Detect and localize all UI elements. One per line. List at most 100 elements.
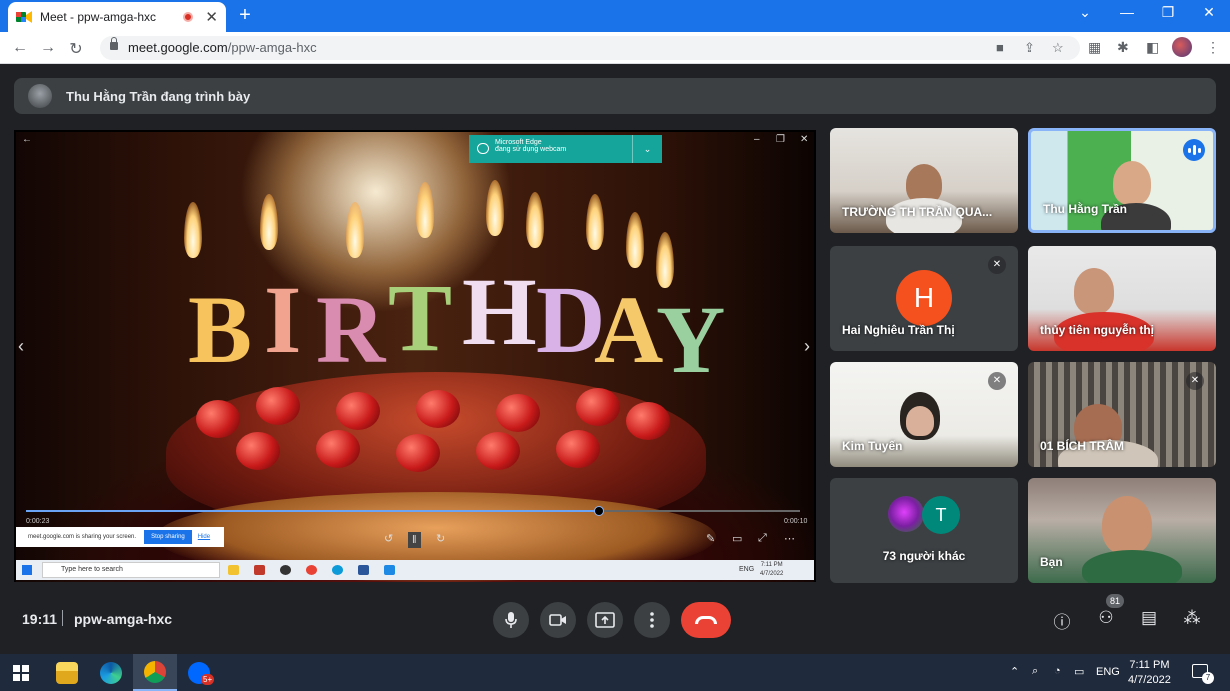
- cherry: [396, 434, 440, 472]
- cherry: [316, 430, 360, 468]
- lock-icon[interactable]: [110, 37, 118, 50]
- app-grid-icon[interactable]: ▦: [1088, 39, 1101, 56]
- file-explorer-icon: [228, 565, 239, 575]
- taskbar-file-explorer[interactable]: [45, 654, 89, 691]
- new-tab-button[interactable]: +: [234, 4, 256, 26]
- participant-tile[interactable]: ✕ 01 BÍCH TRÂM: [1028, 362, 1216, 467]
- windows-start-icon[interactable]: [13, 665, 29, 681]
- battery-icon[interactable]: ▭: [1074, 665, 1084, 678]
- participant-video: [1082, 550, 1182, 583]
- chevron-down-icon[interactable]: ⌄: [632, 135, 662, 163]
- self-tile[interactable]: Bạn: [1028, 478, 1216, 583]
- captions-icon[interactable]: ▭: [732, 532, 742, 545]
- microphone-icon: [505, 612, 517, 628]
- cherry: [626, 402, 670, 440]
- participant-video: [1074, 268, 1114, 314]
- participant-name: Thu Hằng Trần: [1043, 202, 1127, 216]
- minimize-button[interactable]: —: [1114, 4, 1140, 20]
- taskbar-chrome[interactable]: [133, 654, 177, 691]
- rewind-10-icon[interactable]: ↺: [384, 532, 393, 545]
- video-restore-icon[interactable]: ❐: [776, 134, 785, 145]
- video-progress-knob[interactable]: [593, 506, 604, 516]
- cherry: [476, 432, 520, 470]
- video-minimize-icon[interactable]: –: [754, 134, 760, 145]
- taskbar-zalo[interactable]: 5+: [177, 654, 221, 691]
- participant-tile-speaking[interactable]: Thu Hằng Trần: [1028, 128, 1216, 233]
- tab-search-icon[interactable]: ⌄: [1072, 4, 1098, 21]
- browser-tab-meet[interactable]: Meet - ppw-amga-hxc ✕: [8, 2, 226, 32]
- omnibox[interactable]: meet.google.com/ppw-amga-hxc ■ ⇪ ☆: [100, 36, 1080, 60]
- candle-letter: R: [316, 276, 386, 383]
- forward-30-icon[interactable]: ↻: [436, 532, 445, 545]
- participant-name: Kim Tuyến: [842, 439, 903, 453]
- back-arrow-icon[interactable]: ←: [10, 39, 30, 57]
- present-screen-button[interactable]: [587, 602, 623, 638]
- participant-tile[interactable]: H ✕ Hai Nghiêu Trần Thị: [830, 246, 1018, 351]
- meeting-info-icon[interactable]: ⓘ: [1050, 608, 1074, 633]
- side-panel-icon[interactable]: ◧: [1146, 39, 1159, 56]
- next-arrow-icon[interactable]: ›: [804, 336, 810, 357]
- restore-button[interactable]: ❐: [1155, 4, 1181, 21]
- chrome-icon: [144, 660, 166, 683]
- participant-video: [906, 406, 934, 436]
- candle-letter: A: [594, 276, 664, 383]
- leave-call-button[interactable]: [681, 602, 731, 638]
- more-options-icon[interactable]: ⋯: [784, 532, 795, 545]
- edit-pencil-icon[interactable]: ✎: [706, 532, 715, 545]
- stop-sharing-button[interactable]: Stop sharing: [144, 530, 192, 544]
- video-back-arrow-icon[interactable]: ←: [22, 134, 32, 145]
- more-options-button[interactable]: [634, 602, 670, 638]
- system-clock[interactable]: 7:11 PM 4/7/2022: [1128, 658, 1171, 688]
- camera-in-use-icon[interactable]: ■: [996, 40, 1004, 55]
- extensions-puzzle-icon[interactable]: ✱: [1117, 39, 1129, 56]
- phone-hangup-icon: [695, 616, 717, 624]
- close-window-button[interactable]: ✕: [1196, 4, 1222, 21]
- video-close-icon[interactable]: ✕: [800, 134, 808, 145]
- tab-title: Meet - ppw-amga-hxc: [40, 10, 157, 24]
- forward-arrow-icon[interactable]: →: [38, 39, 58, 57]
- pause-icon[interactable]: ‖: [408, 532, 421, 548]
- recording-indicator-icon: [183, 12, 194, 22]
- taskbar-language: ENG: [739, 566, 755, 573]
- profile-avatar[interactable]: [1172, 37, 1192, 57]
- taskbar-edge[interactable]: [89, 654, 133, 691]
- reload-icon[interactable]: ↻: [66, 39, 86, 59]
- hide-link[interactable]: Hide: [198, 534, 210, 540]
- candle-flame: [486, 180, 504, 236]
- others-tile[interactable]: T 73 người khác: [830, 478, 1018, 583]
- candle-flame: [586, 194, 604, 250]
- presenter-label: Thu Hằng Trần đang trình bày: [66, 88, 251, 104]
- tray-meet-icon[interactable]: ⌕: [1032, 665, 1038, 678]
- presenter-banner: Thu Hằng Trần đang trình bày: [14, 78, 1216, 114]
- wifi-icon[interactable]: ◔: [1054, 665, 1061, 677]
- camera-button[interactable]: [540, 602, 576, 638]
- participant-tile[interactable]: thủy tiên nguyễn thị: [1028, 246, 1216, 351]
- participant-tile[interactable]: TRƯỜNG TH TRẦN QUA...: [830, 128, 1018, 233]
- previous-arrow-icon[interactable]: ‹: [18, 336, 24, 357]
- edge-webcam-notice[interactable]: Microsoft Edge đang sử dụng webcam ⌄: [469, 135, 662, 163]
- share-icon[interactable]: ⇪: [1024, 40, 1035, 56]
- tray-language[interactable]: ENG: [1096, 666, 1120, 678]
- screen-share-notice: meet.google.com is sharing your screen. …: [16, 527, 224, 547]
- participant-avatar-initial: H: [896, 270, 952, 326]
- participants-count-badge: 81: [1106, 594, 1124, 608]
- candle-flame: [184, 202, 202, 258]
- cherry: [196, 400, 240, 438]
- kebab-menu-icon[interactable]: ⋮: [1206, 39, 1220, 56]
- shared-screen[interactable]: B I R T H D A Y ← – ❐ ✕ Microsoft Edge đ…: [14, 130, 816, 582]
- activities-icon[interactable]: ⁂: [1180, 608, 1204, 628]
- close-tab-icon[interactable]: ✕: [205, 8, 218, 26]
- video-progress-fill: [26, 510, 599, 512]
- people-icon[interactable]: ⚇: [1094, 608, 1118, 628]
- participant-tile[interactable]: ✕ Kim Tuyến: [830, 362, 1018, 467]
- chat-icon[interactable]: ▤: [1137, 608, 1161, 628]
- bookmark-star-icon[interactable]: ☆: [1052, 40, 1064, 56]
- tray-chevron-up-icon[interactable]: ⌃: [1010, 665, 1019, 678]
- cherry: [576, 388, 620, 426]
- microphone-button[interactable]: [493, 602, 529, 638]
- fullscreen-icon[interactable]: ⤢: [758, 532, 767, 545]
- candle-letter: H: [462, 258, 537, 365]
- windows-start-icon: [22, 565, 32, 575]
- video-progress-bar[interactable]: [26, 506, 800, 516]
- address-toolbar: ← → ↻ meet.google.com/ppw-amga-hxc ■ ⇪ ☆…: [0, 32, 1230, 64]
